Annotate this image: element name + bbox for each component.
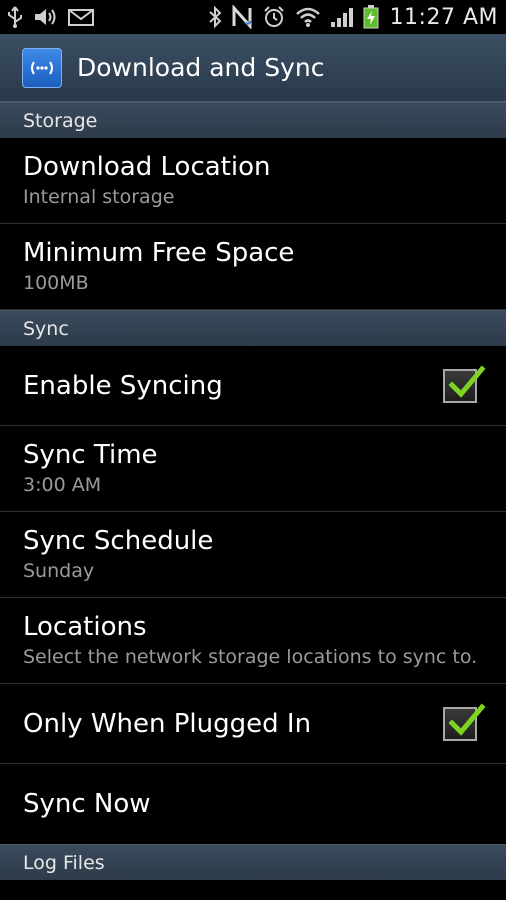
pref-title: Sync Schedule bbox=[23, 526, 214, 556]
pref-summary: 100MB bbox=[23, 272, 89, 294]
pref-summary: Sunday bbox=[23, 560, 95, 582]
checkmark-icon bbox=[448, 702, 486, 736]
pref-only-when-plugged-in[interactable]: Only When Plugged In bbox=[0, 684, 506, 764]
only-plugged-checkbox[interactable] bbox=[443, 702, 486, 741]
section-header-storage: Storage bbox=[0, 102, 506, 138]
pref-title: Sync Time bbox=[23, 440, 158, 470]
clock: 11:27 AM bbox=[389, 4, 498, 30]
pref-title: Only When Plugged In bbox=[23, 708, 312, 739]
pref-title: Enable Syncing bbox=[23, 370, 223, 401]
pref-summary: 3:00 AM bbox=[23, 474, 102, 496]
pref-title: Locations bbox=[23, 612, 147, 642]
action-bar: Download and Sync bbox=[0, 34, 506, 102]
pref-sync-schedule[interactable]: Sync Schedule Sunday bbox=[0, 512, 506, 598]
pref-locations[interactable]: Locations Select the network storage loc… bbox=[0, 598, 506, 684]
section-header-sync: Sync bbox=[0, 310, 506, 346]
checkmark-icon bbox=[448, 364, 486, 398]
wifi-icon bbox=[295, 5, 321, 29]
pref-sync-now[interactable]: Sync Now bbox=[0, 764, 506, 844]
status-bar: 11:27 AM bbox=[0, 0, 506, 34]
pref-title: Download Location bbox=[23, 152, 271, 182]
pref-summary: Select the network storage locations to … bbox=[23, 646, 478, 668]
pref-download-location[interactable]: Download Location Internal storage bbox=[0, 138, 506, 224]
mail-icon bbox=[68, 5, 94, 29]
pref-sync-time[interactable]: Sync Time 3:00 AM bbox=[0, 426, 506, 512]
volume-icon bbox=[33, 5, 59, 29]
app-wireless-icon[interactable] bbox=[22, 47, 62, 88]
alarm-icon bbox=[262, 5, 286, 29]
pref-title: Minimum Free Space bbox=[23, 238, 295, 268]
usb-icon bbox=[6, 5, 24, 29]
pref-minimum-free-space[interactable]: Minimum Free Space 100MB bbox=[0, 224, 506, 310]
pref-enable-syncing[interactable]: Enable Syncing bbox=[0, 346, 506, 426]
battery-charging-icon bbox=[363, 5, 379, 29]
pref-summary: Internal storage bbox=[23, 186, 175, 208]
enable-syncing-checkbox[interactable] bbox=[443, 364, 486, 403]
page-title: Download and Sync bbox=[77, 53, 325, 82]
signal-icon bbox=[330, 5, 354, 29]
bluetooth-icon bbox=[208, 5, 222, 29]
section-header-log-files: Log Files bbox=[0, 844, 506, 880]
nfc-icon bbox=[231, 5, 253, 29]
pref-title: Sync Now bbox=[23, 789, 151, 819]
